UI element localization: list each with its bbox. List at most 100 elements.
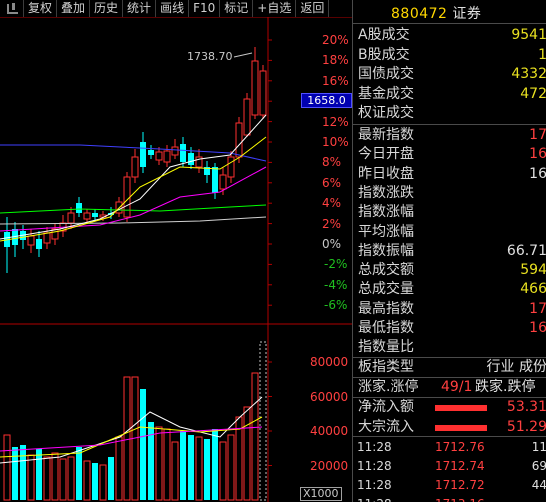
index-stat-row-label: 最高指数 xyxy=(358,300,414,317)
tick-price: 1712.74 xyxy=(435,459,485,473)
overlay-button[interactable]: 叠加 xyxy=(57,0,91,17)
index-stat-row-value: 16 xyxy=(529,165,546,182)
candle-down xyxy=(212,167,218,193)
volume-bar-down xyxy=(12,447,18,500)
history-button[interactable]: 历史 xyxy=(90,0,124,17)
volume-bar-down xyxy=(76,447,82,500)
chart-toolbar: 复权 叠加 历史 统计 画线 F10 标记 +自选 返回 xyxy=(0,0,352,17)
index-code: 880472 xyxy=(391,6,448,22)
volume-bar-up xyxy=(43,456,51,501)
pct-axis-label: 8% xyxy=(322,155,342,170)
volume-bar-up xyxy=(51,452,59,501)
volume-bar-down xyxy=(204,439,210,500)
vol-axis-label: 80000 xyxy=(310,355,349,369)
volume-bar-down xyxy=(108,457,114,500)
tick-row: 11:28 1712.74 69 xyxy=(353,457,546,476)
sector-type-row-value: 行业 成份 xyxy=(486,359,546,375)
index-stat-row-label: 指数量比 xyxy=(358,339,414,356)
index-stat-row: 指数涨跌 xyxy=(353,184,546,203)
candle-up xyxy=(163,150,171,163)
index-stat-row: 最低指数 16 xyxy=(353,319,546,338)
pct-axis-label: 20% xyxy=(322,33,349,47)
volume-bar-up xyxy=(163,428,171,501)
volume-stat-row-label: 基金成交 xyxy=(358,85,414,102)
mark-button[interactable]: 标记 xyxy=(220,0,254,17)
chart-type-icon[interactable] xyxy=(0,0,24,17)
pct-axis-label: -6% xyxy=(324,298,348,313)
volume-stat-row: 基金成交 472 xyxy=(353,85,546,104)
ma-line-6 xyxy=(0,216,267,225)
volume-stat-row-value: 472 xyxy=(520,85,546,102)
index-stat-row: 平均涨幅 xyxy=(353,223,546,242)
pct-axis-label: 0% xyxy=(322,237,342,251)
candle-down xyxy=(180,144,186,162)
statistics-button[interactable]: 统计 xyxy=(123,0,157,17)
tick-time: 11:28 xyxy=(357,478,392,492)
flow-row: 大宗流入 51.29 xyxy=(353,418,546,437)
candle-up xyxy=(27,235,35,246)
index-stat-row-value: 16 xyxy=(529,146,546,163)
vol-axis-label: 40000 xyxy=(310,424,349,438)
sector-type-row-label: 板指类型 xyxy=(358,359,414,375)
index-stat-row: 指数量比 xyxy=(353,338,546,357)
pct-axis-label: 2% xyxy=(322,216,342,231)
index-stat-row-value: 66.71 xyxy=(506,242,546,259)
pct-axis-label: 18% xyxy=(322,53,349,68)
index-stat-row-value: 17 xyxy=(529,300,546,317)
volume-stat-row-label: 权证成交 xyxy=(358,105,414,121)
volume-bar-up xyxy=(251,372,259,501)
candle-up xyxy=(219,174,227,190)
volume-bar-up xyxy=(219,441,227,501)
kline-chart[interactable]: 20%18%16%14%12%10%8%6%4%2%0%-2%-4%-6% 80… xyxy=(0,17,352,502)
index-stat-row-label: 最新指数 xyxy=(358,127,414,143)
tick-volume: 69 xyxy=(531,459,546,473)
index-stat-row-value: 594 xyxy=(520,262,546,279)
updown-label-down: 跌家.跌停 xyxy=(475,379,536,395)
pct-axis-label: -4% xyxy=(324,277,348,292)
volume-stat-row-label: B股成交 xyxy=(358,46,410,63)
candle-down xyxy=(36,239,42,249)
updown-row: 涨家.涨停 49/1 跌家.跌停 xyxy=(353,378,546,397)
volume-bar-up xyxy=(155,426,163,501)
volume-stat-row: A股成交 9541 xyxy=(353,26,546,45)
back-button[interactable]: 返回 xyxy=(296,0,330,17)
pct-axis-label: 10% xyxy=(322,135,349,149)
index-stat-row: 最新指数 17 xyxy=(353,126,546,145)
candle-up xyxy=(259,70,267,116)
restore-rights-button[interactable]: 复权 xyxy=(24,0,58,17)
tick-row: 11:28 1713.16 xyxy=(353,495,546,502)
current-price-tag: 1658.0 xyxy=(301,93,352,108)
pct-axis-label: 16% xyxy=(322,73,349,88)
index-stat-row-label: 总成交量 xyxy=(358,281,414,298)
index-stat-row-value: 466 xyxy=(520,281,546,298)
updown-count: 49/1 xyxy=(441,379,473,395)
volume-bar-up xyxy=(115,436,123,501)
volume-bar-down xyxy=(92,463,98,500)
volume-bar-down xyxy=(36,449,42,500)
candle-down xyxy=(140,142,146,167)
candle-down xyxy=(148,150,154,155)
volume-bar-up xyxy=(27,454,35,501)
vol-axis-label: 20000 xyxy=(310,458,349,473)
draw-line-button[interactable]: 画线 xyxy=(156,0,190,17)
volume-bar-up xyxy=(195,436,203,501)
tick-volume: 11 xyxy=(531,440,546,454)
index-stat-row-label: 平均涨幅 xyxy=(358,223,414,240)
flow-row-value: 51.29 xyxy=(506,418,546,435)
f10-button[interactable]: F10 xyxy=(189,0,221,17)
index-name: 证券 xyxy=(452,6,482,22)
volume-bar-down xyxy=(212,429,218,500)
volume-bar-up xyxy=(171,441,179,501)
volume-bar-down xyxy=(140,389,146,500)
pct-axis-label: 12% xyxy=(322,114,349,129)
volume-stat-row: B股成交 1 xyxy=(353,46,546,65)
tick-price: 1712.76 xyxy=(435,440,485,454)
add-watchlist-button[interactable]: +自选 xyxy=(253,0,297,17)
index-stat-row-label: 总成交额 xyxy=(358,262,414,279)
pct-axis-label: -2% xyxy=(324,257,348,272)
index-stat-row: 昨日收盘 16 xyxy=(353,165,546,184)
index-stat-row-label: 指数涨跌 xyxy=(358,184,414,201)
candle-up xyxy=(67,212,75,224)
volume-bar-up xyxy=(67,456,75,501)
tick-time: 11:28 xyxy=(357,459,392,473)
